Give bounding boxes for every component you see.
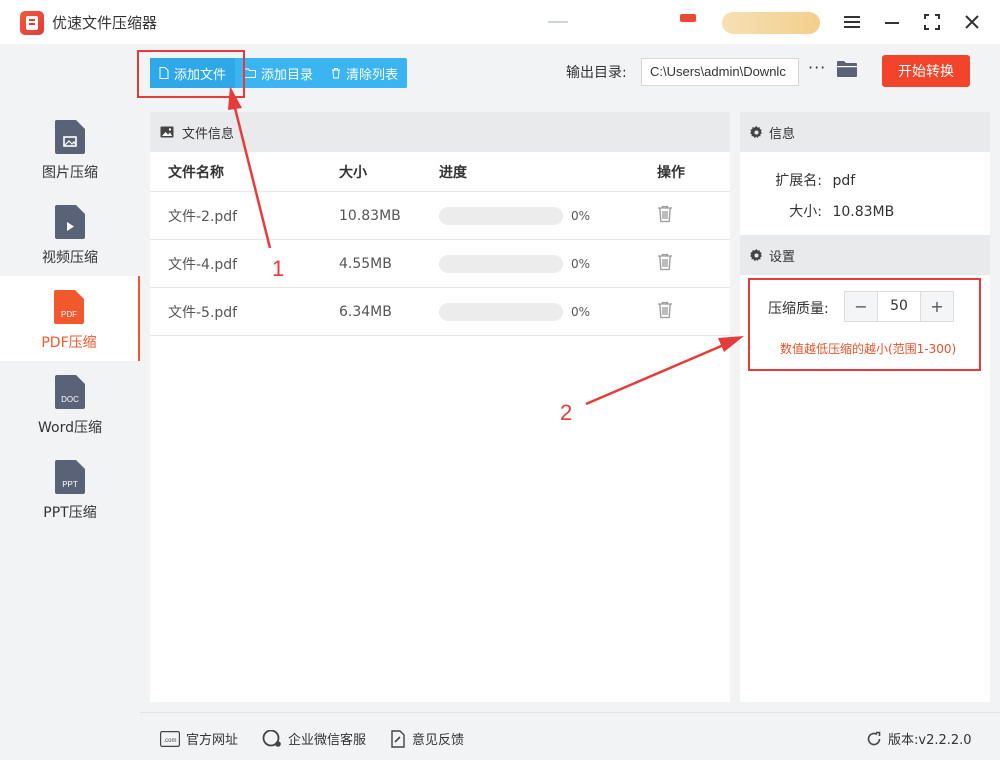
app-logo-icon [20,11,44,35]
sidebar-item-label: Word压缩 [38,420,102,436]
file-panel-header: 文件信息 [150,112,730,152]
table-row[interactable]: 文件-4.pdf 4.55MB 0% [150,240,730,288]
wechat-label: 企业微信客服 [288,733,367,748]
file-panel: 文件信息 文件名称 大小 进度 操作 文件-2.pdf 10.83MB 0% 文… [150,112,730,702]
gear-icon [750,248,763,261]
column-header-action: 操作 [657,164,685,181]
sidebar-item-word[interactable]: DOC Word压缩 [0,361,140,446]
ppt-file-tag: PPT [62,480,78,489]
right-panel: 信息 扩展名: pdf 大小: 10.83MB 设置 压缩质量: − 50 + … [740,112,990,702]
app-title: 优速文件压缩器 [52,14,158,32]
doc-file-icon: DOC [55,375,85,409]
ppt-file-icon: PPT [55,460,85,494]
settings-title: 设置 [769,249,796,265]
sidebar-item-label: 图片压缩 [42,165,98,181]
file-panel-title: 文件信息 [182,126,235,142]
extension-row: 扩展名: pdf [766,170,855,190]
feedback-icon [391,729,405,748]
toolbar: 添加文件 添加目录 清除列表 输出目录: C:\Users\admin\Down… [140,44,1000,102]
menu-icon[interactable] [840,10,864,34]
annotation-label-2: 2 [560,400,573,425]
sidebar-item-label: 视频压缩 [42,250,98,266]
output-dir-label: 输出目录: [566,65,627,81]
sidebar-item-pdf[interactable]: PDF PDF压缩 [0,276,140,361]
file-size: 4.55MB [339,255,392,272]
info-header: 信息 [740,112,990,152]
column-header-name: 文件名称 [168,164,224,181]
close-icon[interactable] [960,10,984,34]
size-row: 大小: 10.83MB [766,201,894,221]
delete-file-icon[interactable] [639,205,730,227]
feedback-link[interactable]: 意见反馈 [390,729,464,748]
annotation-box-add-file [137,50,245,98]
delete-file-icon[interactable] [639,301,730,323]
progress-bar [439,302,563,321]
extension-value: pdf [832,173,856,189]
maximize-icon[interactable] [920,10,944,34]
add-folder-label: 添加目录 [261,67,314,83]
table-header: 文件名称 大小 进度 操作 [150,152,730,192]
wechat-support-link[interactable]: 企业微信客服 [262,729,366,748]
annotation-label-1: 1 [272,256,285,281]
sidebar-item-label: PDF压缩 [41,335,97,351]
size-label: 大小: [789,204,822,220]
refresh-icon [867,731,881,745]
website-badge: .com [163,738,176,744]
file-name: 文件-4.pdf [168,256,238,273]
add-folder-button[interactable]: 添加目录 [235,58,322,88]
extension-label: 扩展名: [775,173,822,189]
info-title: 信息 [769,126,796,142]
browse-more-button[interactable]: ··· [808,58,826,77]
website-label: 官方网址 [186,733,239,748]
file-name: 文件-5.pdf [168,304,238,321]
start-convert-button[interactable]: 开始转换 [882,55,970,87]
clear-list-label: 清除列表 [346,67,399,83]
sidebar-item-image[interactable]: 图片压缩 [0,106,140,191]
file-size: 6.34MB [339,303,392,320]
sidebar: 图片压缩 视频压缩 PDF PDF压缩 DOC Word压缩 PPT PPT压缩 [0,44,140,760]
trash-icon [332,68,341,79]
delete-file-icon[interactable] [639,253,730,275]
progress-bar [439,254,563,273]
progress-percent: 0% [571,304,591,319]
column-header-progress: 进度 [439,164,467,181]
table-row[interactable]: 文件-2.pdf 10.83MB 0% [150,192,730,240]
open-folder-icon[interactable] [836,60,858,82]
gear-icon [750,125,763,138]
doc-file-tag: DOC [61,395,79,404]
sidebar-item-ppt[interactable]: PPT PPT压缩 [0,446,140,531]
sidebar-item-video[interactable]: 视频压缩 [0,191,140,276]
minimize-icon[interactable] [880,10,904,34]
progress-bar [439,206,563,225]
titlebar-decoration [548,21,568,23]
titlebar-badge-icon[interactable] [680,14,696,22]
column-header-size: 大小 [339,164,367,181]
file-name: 文件-2.pdf [168,208,238,225]
pdf-file-icon: PDF [54,290,84,324]
pdf-file-tag: PDF [61,310,77,319]
website-link[interactable]: .com 官方网址 [160,729,238,748]
annotation-box-quality [748,278,981,371]
file-size: 10.83MB [339,207,401,224]
clear-list-button[interactable]: 清除列表 [322,58,407,88]
footer: .com 官方网址 企业微信客服 意见反馈 版本:v2.2.2.0 [140,712,1000,760]
feedback-label: 意见反馈 [412,733,465,748]
progress-percent: 0% [571,208,591,223]
settings-header: 设置 [740,235,990,275]
video-file-icon [55,205,85,239]
vip-badge[interactable] [722,12,820,34]
sidebar-item-label: PPT压缩 [43,505,97,521]
progress-percent: 0% [571,256,591,271]
image-icon [160,126,174,138]
folder-icon [244,68,257,78]
output-dir-field[interactable]: C:\Users\admin\Downlc [641,58,799,86]
image-file-icon [55,120,85,154]
size-value: 10.83MB [832,204,895,220]
website-icon: .com [160,730,180,747]
title-bar: 优速文件压缩器 [0,0,1000,44]
table-row[interactable]: 文件-5.pdf 6.34MB 0% [150,288,730,336]
version-info: 版本:v2.2.2.0 [866,729,972,748]
chat-icon [262,729,281,747]
version-label: 版本:v2.2.2.0 [888,733,972,748]
